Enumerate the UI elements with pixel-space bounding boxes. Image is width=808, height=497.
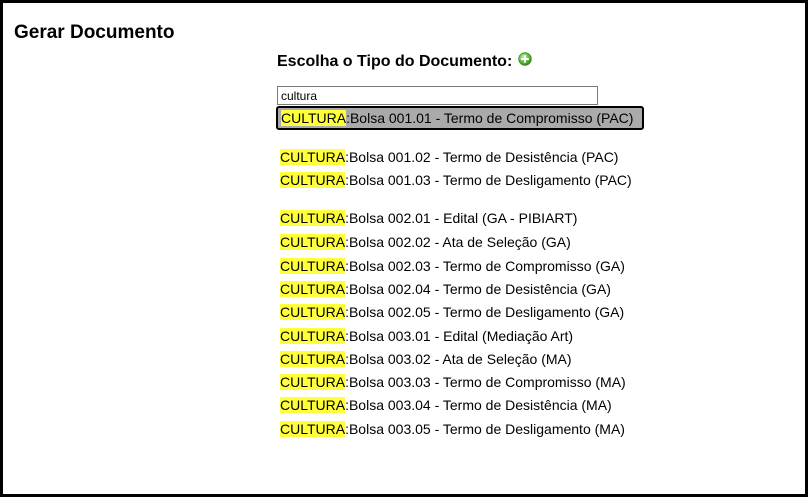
result-item-match-highlight: CULTURA [280,210,346,226]
result-item-label: :Bolsa 002.05 - Termo de Desligamento (G… [345,304,625,320]
result-item-label: :Bolsa 001.01 - Termo de Compromisso (PA… [346,110,634,126]
result-item-label: :Bolsa 002.03 - Termo de Compromisso (GA… [345,258,625,274]
result-item-match-highlight: CULTURA [280,304,346,320]
result-item-match-highlight: CULTURA [280,397,346,413]
result-item[interactable]: CULTURA:Bolsa 003.03 - Termo de Compromi… [276,374,644,391]
doc-type-label: Escolha o Tipo do Documento: [277,53,513,70]
doc-type-search-input[interactable] [277,86,598,105]
result-item[interactable]: CULTURA:Bolsa 001.03 - Termo de Desligam… [276,172,644,189]
result-item-label: :Bolsa 003.02 - Ata de Seleção (MA) [345,351,572,367]
result-item-match-highlight: CULTURA [280,328,346,344]
result-item-match-highlight: CULTURA [280,172,346,188]
window-frame: Gerar Documento Escolha o Tipo do Docume… [0,0,808,497]
result-item[interactable]: CULTURA:Bolsa 001.01 - Termo de Compromi… [276,106,644,130]
result-item[interactable]: CULTURA:Bolsa 003.04 - Termo de Desistên… [276,397,644,414]
result-item-label: :Bolsa 002.01 - Edital (GA - PIBIART) [345,210,578,226]
plus-circle-icon[interactable] [518,52,532,66]
result-item-match-highlight: CULTURA [280,374,346,390]
result-item[interactable]: CULTURA:Bolsa 002.01 - Edital (GA - PIBI… [276,210,644,227]
result-item-label: :Bolsa 002.04 - Termo de Desistência (GA… [345,281,611,297]
page-title: Gerar Documento [14,22,175,43]
result-item-match-highlight: CULTURA [280,351,346,367]
result-item[interactable]: CULTURA:Bolsa 003.05 - Termo de Desligam… [276,421,644,438]
result-item[interactable]: CULTURA:Bolsa 002.02 - Ata de Seleção (G… [276,234,644,251]
result-item[interactable]: CULTURA:Bolsa 001.02 - Termo de Desistên… [276,149,644,166]
result-item-label: :Bolsa 001.03 - Termo de Desligamento (P… [345,172,632,188]
result-item[interactable]: CULTURA:Bolsa 002.04 - Termo de Desistên… [276,281,644,298]
result-item-label: :Bolsa 001.02 - Termo de Desistência (PA… [345,149,619,165]
result-item[interactable]: CULTURA:Bolsa 002.03 - Termo de Compromi… [276,258,644,275]
result-item-match-highlight: CULTURA [280,149,346,165]
result-item-label: :Bolsa 003.05 - Termo de Desligamento (M… [345,421,625,437]
result-item-match-highlight: CULTURA [281,110,347,126]
doc-type-row: Escolha o Tipo do Documento: [277,52,532,71]
result-item[interactable]: CULTURA:Bolsa 003.02 - Ata de Seleção (M… [276,351,644,368]
result-item[interactable]: CULTURA:Bolsa 003.01 - Edital (Mediação … [276,328,644,345]
result-item-match-highlight: CULTURA [280,258,346,274]
result-item-label: :Bolsa 003.03 - Termo de Compromisso (MA… [345,374,626,390]
result-item[interactable]: CULTURA:Bolsa 002.05 - Termo de Desligam… [276,304,644,321]
result-item-match-highlight: CULTURA [280,281,346,297]
result-item-label: :Bolsa 003.04 - Termo de Desistência (MA… [345,397,612,413]
result-item-match-highlight: CULTURA [280,421,346,437]
result-item-match-highlight: CULTURA [280,234,346,250]
result-item-label: :Bolsa 002.02 - Ata de Seleção (GA) [345,234,571,250]
result-item-label: :Bolsa 003.01 - Edital (Mediação Art) [345,328,574,344]
